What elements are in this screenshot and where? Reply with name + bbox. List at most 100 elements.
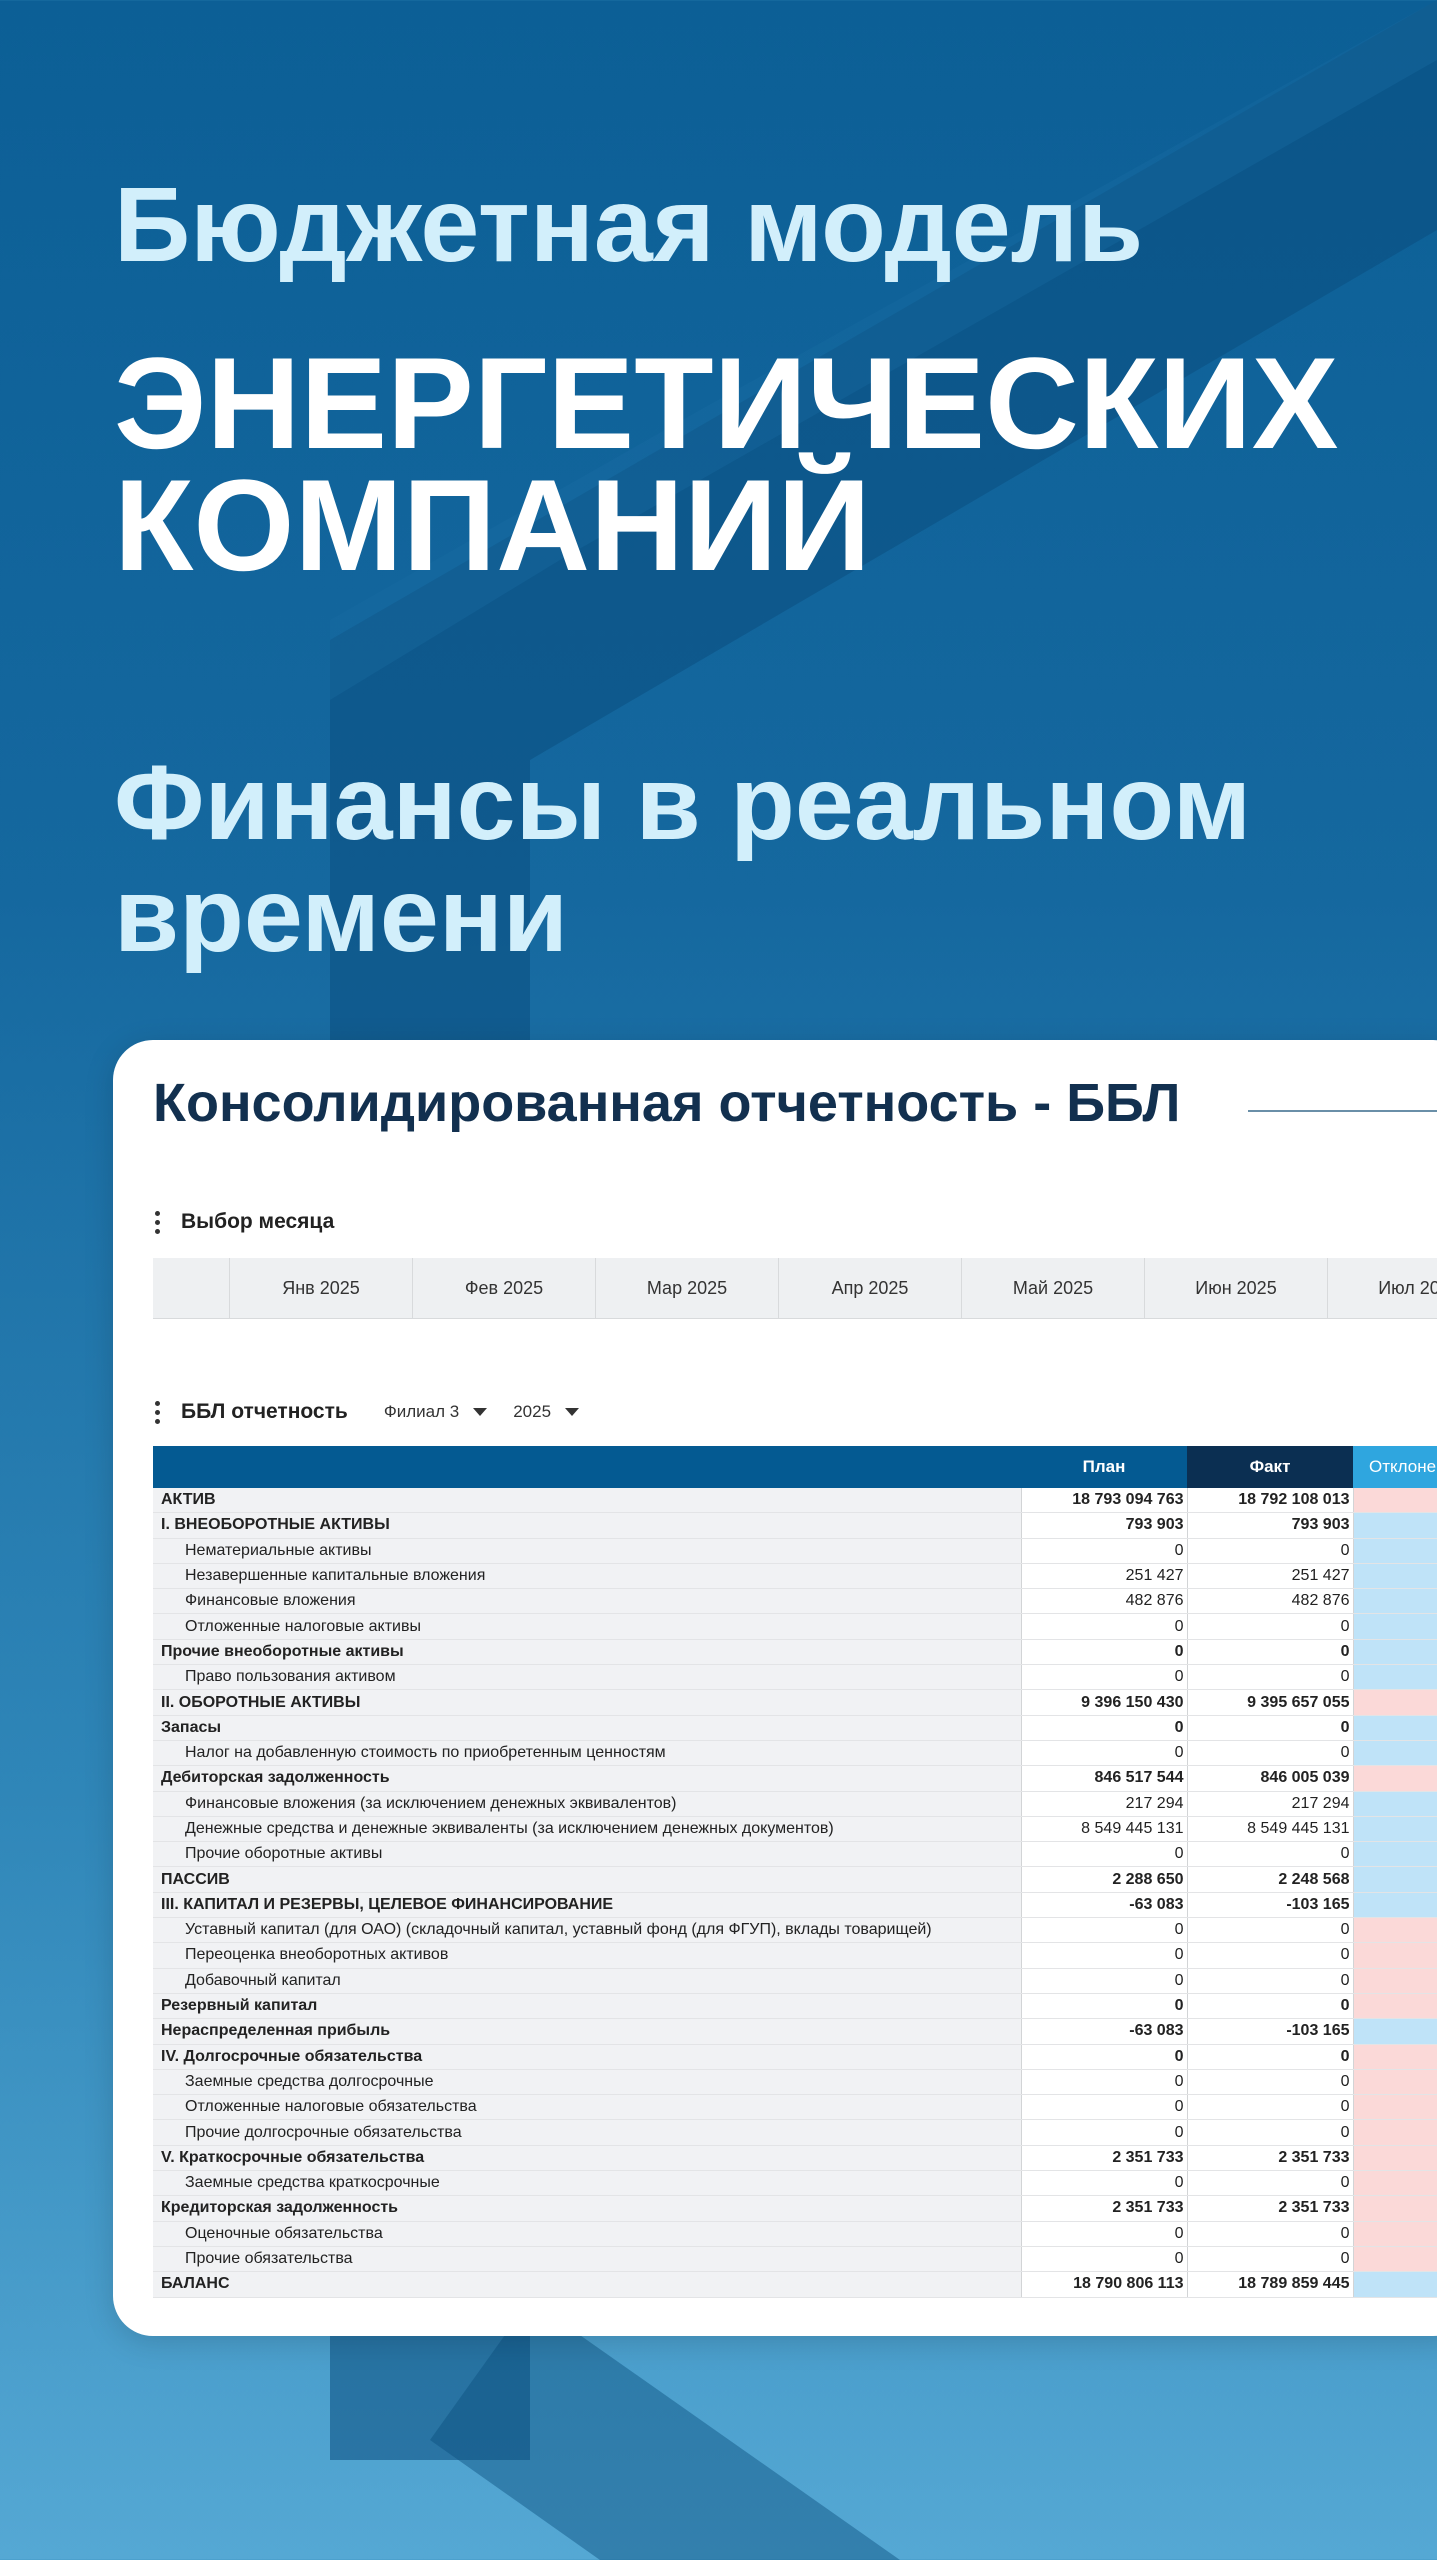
row-deviation-cell [1353, 1866, 1437, 1893]
row-fact-value: 2 351 733 [1187, 2145, 1354, 2172]
row-deviation-cell [1353, 2271, 1437, 2298]
month-cell[interactable]: Май 2025 [962, 1258, 1145, 1318]
more-menu-icon[interactable] [155, 1400, 161, 1424]
row-plan-value: 0 [1021, 1740, 1188, 1767]
month-cell[interactable]: Фев 2025 [413, 1258, 596, 1318]
hero-line-4: Финансы в реальном [114, 744, 1252, 862]
row-name: Нераспределенная прибыль [153, 2018, 1022, 2045]
row-deviation-cell [1353, 2246, 1437, 2273]
row-deviation-cell [1353, 2195, 1437, 2222]
month-section-header: Выбор месяца [155, 1210, 334, 1234]
row-fact-value: 0 [1187, 1942, 1354, 1969]
month-cell[interactable]: Июл 2025 [1328, 1258, 1437, 1318]
row-plan-value: 0 [1021, 1993, 1188, 2020]
row-name: Денежные средства и денежные эквиваленты… [153, 1816, 1022, 1843]
row-fact-value: 0 [1187, 2119, 1354, 2146]
row-fact-value: 18 792 108 013 [1187, 1488, 1354, 1514]
row-fact-value: 482 876 [1187, 1588, 1354, 1615]
hero-line-1: Бюджетная модель [114, 166, 1144, 284]
row-name: Уставный капитал (для ОАО) (складочный к… [153, 1917, 1022, 1944]
row-deviation-cell [1353, 1791, 1437, 1817]
table-row: Отложенные налоговые обязательства 0 0 [153, 2094, 1437, 2121]
row-fact-value: -103 165 [1187, 1892, 1354, 1919]
table-row: Добавочный капитал 0 0 [153, 1968, 1437, 1994]
chevron-down-icon [565, 1408, 580, 1416]
row-deviation-cell [1353, 2221, 1437, 2247]
header-name [153, 1446, 1021, 1488]
row-plan-value: 8 549 445 131 [1021, 1816, 1188, 1843]
header-plan[interactable]: План [1021, 1446, 1187, 1488]
row-name: Отложенные налоговые обязательства [153, 2094, 1022, 2121]
table-row: Нематериальные активы 0 0 [153, 1538, 1437, 1564]
row-fact-value: 0 [1187, 2069, 1354, 2096]
row-deviation-cell [1353, 2094, 1437, 2121]
row-name: БАЛАНС [153, 2271, 1022, 2298]
row-fact-value: 8 549 445 131 [1187, 1816, 1354, 1843]
row-deviation-cell [1353, 1538, 1437, 1564]
row-fact-value: 0 [1187, 1841, 1354, 1868]
row-deviation-cell [1353, 1993, 1437, 2020]
row-plan-value: 793 903 [1021, 1512, 1188, 1539]
table-row: Прочие долгосрочные обязательства 0 0 [153, 2119, 1437, 2146]
row-plan-value: 0 [1021, 1613, 1188, 1640]
table-row: Оценочные обязательства 0 0 [153, 2221, 1437, 2247]
row-deviation-cell [1353, 1588, 1437, 1615]
row-fact-value: 0 [1187, 1917, 1354, 1944]
row-name: Прочие обязательства [153, 2246, 1022, 2273]
row-fact-value: 9 395 657 055 [1187, 1689, 1354, 1716]
row-fact-value: 0 [1187, 1639, 1354, 1666]
row-plan-value: 0 [1021, 2094, 1188, 2121]
row-deviation-cell [1353, 1563, 1437, 1590]
table-row: Уставный капитал (для ОАО) (складочный к… [153, 1917, 1437, 1944]
row-name: Переоценка внеоборотных активов [153, 1942, 1022, 1969]
row-plan-value: 482 876 [1021, 1588, 1188, 1615]
table-row: Кредиторская задолженность 2 351 733 2 351… [153, 2195, 1437, 2222]
row-plan-value: 0 [1021, 1968, 1188, 1994]
month-cell[interactable]: Апр 2025 [779, 1258, 962, 1318]
table-row: АКТИВ 18 793 094 763 18 792 108 013 [153, 1488, 1437, 1514]
hero-line-2: ЭНЕРГЕТИЧЕСКИХ [114, 330, 1339, 476]
row-name: II. ОБОРОТНЫЕ АКТИВЫ [153, 1689, 1022, 1716]
row-name: Прочие долгосрочные обязательства [153, 2119, 1022, 2146]
row-fact-value: 0 [1187, 1613, 1354, 1640]
row-plan-value: 0 [1021, 1942, 1188, 1969]
row-plan-value: 0 [1021, 1538, 1188, 1564]
row-name: Право пользования активом [153, 1664, 1022, 1691]
row-plan-value: 2 351 733 [1021, 2145, 1188, 2172]
row-plan-value: 18 790 806 113 [1021, 2271, 1188, 2298]
row-name: Дебиторская задолженность [153, 1765, 1022, 1792]
row-deviation-cell [1353, 1942, 1437, 1969]
row-name: АКТИВ [153, 1488, 1022, 1514]
row-plan-value: 0 [1021, 2246, 1188, 2273]
table-row: Переоценка внеоборотных активов 0 0 [153, 1942, 1437, 1969]
row-fact-value: 793 903 [1187, 1512, 1354, 1539]
more-menu-icon[interactable] [155, 1210, 161, 1234]
row-plan-value: 0 [1021, 1664, 1188, 1691]
row-deviation-cell [1353, 1664, 1437, 1691]
year-filter[interactable]: 2025 [513, 1402, 580, 1422]
row-name: Заемные средства краткосрочные [153, 2170, 1022, 2197]
table-section-header: ББЛ отчетность Филиал 3 2025 [155, 1400, 580, 1424]
table-row: Право пользования активом 0 0 [153, 1664, 1437, 1691]
balance-table: План Факт Отклонение АКТИВ18 793 094 763… [153, 1446, 1437, 2298]
year-filter-value: 2025 [513, 1402, 552, 1421]
row-deviation-cell [1353, 1512, 1437, 1539]
header-deviation[interactable]: Отклонение [1353, 1446, 1437, 1488]
hero-line-3: КОМПАНИЙ [114, 452, 871, 598]
row-fact-value: 0 [1187, 2044, 1354, 2070]
header-fact[interactable]: Факт [1187, 1446, 1353, 1488]
month-cell[interactable]: Мар 2025 [596, 1258, 779, 1318]
row-plan-value: -63 083 [1021, 1892, 1188, 1919]
branch-filter[interactable]: Филиал 3 [384, 1402, 488, 1422]
table-row: V. Краткосрочные обязательства 2 351 733 2… [153, 2145, 1437, 2172]
row-deviation-cell [1353, 1715, 1437, 1741]
row-fact-value: 217 294 [1187, 1791, 1354, 1817]
table-header-row: План Факт Отклонение [153, 1446, 1437, 1488]
table-row: I. ВНЕОБОРОТНЫЕ АКТИВЫ 793 903 793 903 [153, 1512, 1437, 1539]
month-cell[interactable]: Июн 2025 [1145, 1258, 1328, 1318]
table-row: Прочие обязательства 0 0 [153, 2246, 1437, 2273]
row-name: Отложенные налоговые активы [153, 1613, 1022, 1640]
row-fact-value: 0 [1187, 1993, 1354, 2020]
row-plan-value: 2 351 733 [1021, 2195, 1188, 2222]
month-cell[interactable]: Янв 2025 [230, 1258, 413, 1318]
